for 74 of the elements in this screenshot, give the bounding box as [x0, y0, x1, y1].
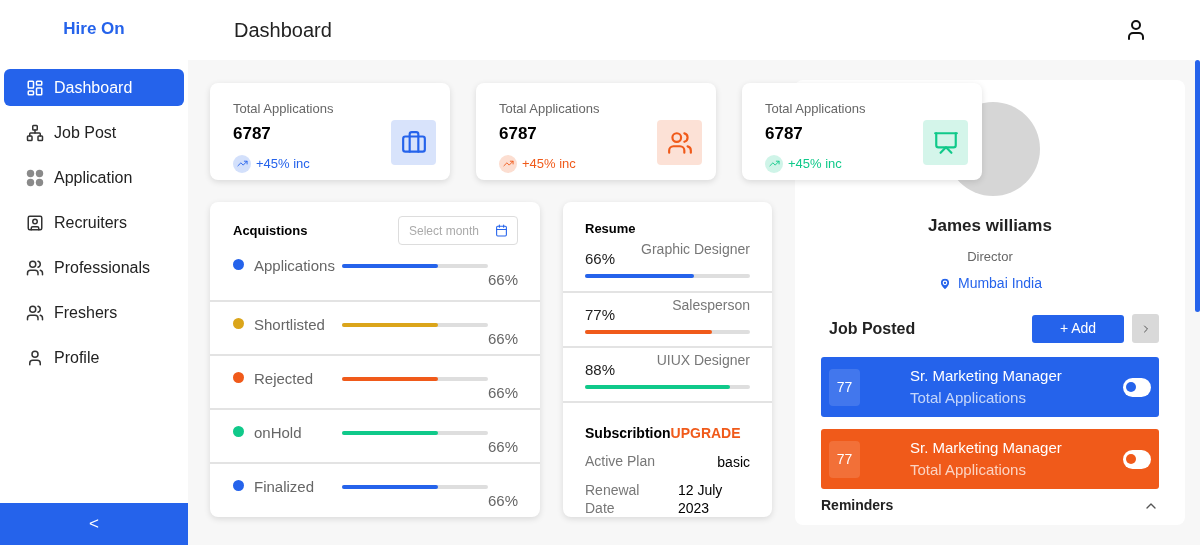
- profile-name: James williams: [928, 215, 1052, 237]
- stat-value: 6787: [233, 122, 272, 145]
- field-label: Renewal Date: [585, 481, 641, 517]
- section-title: Reminders: [821, 496, 894, 515]
- stat-change: +45% inc: [522, 155, 576, 173]
- profile-location: Mumbai India: [957, 274, 1042, 293]
- hierarchy-icon: [26, 124, 44, 142]
- count-badge: 77: [829, 440, 860, 478]
- calendar-icon: [495, 224, 508, 237]
- dashboard-icon: [26, 78, 44, 97]
- subscription-title: Subscribtion: [585, 424, 671, 443]
- progress-reading: 66%: [585, 248, 616, 269]
- dots-grid-icon: [26, 169, 44, 187]
- toggle-switch[interactable]: [1123, 449, 1151, 469]
- progress-reading: 66%: [487, 491, 518, 511]
- field-value: 12 July 2023: [678, 481, 724, 517]
- status-label: Applications: [254, 256, 336, 276]
- job-subtitle: Total Applications: [910, 388, 1027, 408]
- people-icon: [26, 259, 44, 277]
- page-title: Dashboard: [234, 18, 332, 43]
- progress-reading: 66%: [487, 329, 518, 349]
- section-title: Job Posted: [829, 318, 916, 339]
- job-card[interactable]: 77 Sr. Marketing Manager Total Applications: [821, 357, 1159, 417]
- job-title: Sr. Marketing Manager: [910, 366, 1063, 386]
- status-label: onHold: [254, 423, 303, 443]
- progress-reading: 66%: [487, 270, 518, 290]
- status-label: Shortlisted: [254, 315, 326, 335]
- user-icon: [26, 349, 44, 367]
- add-button[interactable]: + Add: [1032, 314, 1124, 343]
- people-icon: [26, 304, 44, 322]
- job-title: Sr. Marketing Manager: [910, 438, 1063, 458]
- status-label: Finalized: [254, 477, 316, 497]
- nav-item[interactable]: Job Post: [4, 115, 184, 151]
- nav-item[interactable]: Professionals: [4, 250, 184, 286]
- job-role: Graphic Designer: [641, 239, 750, 259]
- nav-item[interactable]: Recruiters: [4, 205, 184, 241]
- stat-change: +45% inc: [256, 155, 310, 173]
- stat-value: 6787: [765, 122, 804, 145]
- count-badge: 77: [829, 368, 860, 406]
- nav-item[interactable]: Dashboard: [4, 69, 184, 106]
- trend-up-icon: [765, 154, 783, 173]
- nav-item[interactable]: Profile: [4, 340, 184, 376]
- stat-label: Total Applications: [233, 100, 334, 118]
- scrollbar-thumb[interactable]: [1195, 60, 1200, 312]
- month-field[interactable]: Select month: [398, 216, 518, 245]
- job-role: Salesperson: [672, 295, 750, 315]
- presentation-icon: [932, 129, 959, 156]
- status-label: Rejected: [254, 369, 315, 389]
- job-role: UIUX Designer: [656, 350, 750, 370]
- location-pin-icon: [937, 276, 952, 291]
- card-title: Acquistions: [233, 221, 308, 240]
- team-icon: [666, 129, 693, 156]
- field-value: basic: [717, 453, 750, 472]
- progress-reading: 88%: [585, 359, 616, 380]
- progress-reading: 77%: [585, 304, 616, 325]
- collapse-button[interactable]: <: [0, 503, 188, 545]
- stat-label: Total Applications: [499, 100, 600, 118]
- trend-up-icon: [233, 154, 251, 173]
- nav-item[interactable]: Freshers: [4, 295, 184, 331]
- job-subtitle: Total Applications: [910, 460, 1027, 480]
- card-title: Resume: [584, 220, 637, 238]
- user-card-icon: [26, 214, 44, 232]
- stat-change: +45% inc: [788, 155, 842, 173]
- toggle-switch[interactable]: [1123, 377, 1151, 397]
- stat-label: Total Applications: [765, 100, 866, 118]
- brand-logo: Hire On: [63, 18, 125, 41]
- progress-reading: 66%: [487, 383, 518, 403]
- briefcase-icon: [400, 129, 427, 156]
- field-label: Active Plan: [585, 452, 656, 470]
- progress-reading: 66%: [487, 437, 518, 457]
- trend-up-icon: [499, 154, 517, 173]
- stat-value: 6787: [499, 122, 538, 145]
- profile-role: Director: [967, 247, 1013, 266]
- nav-item[interactable]: Application: [4, 160, 184, 196]
